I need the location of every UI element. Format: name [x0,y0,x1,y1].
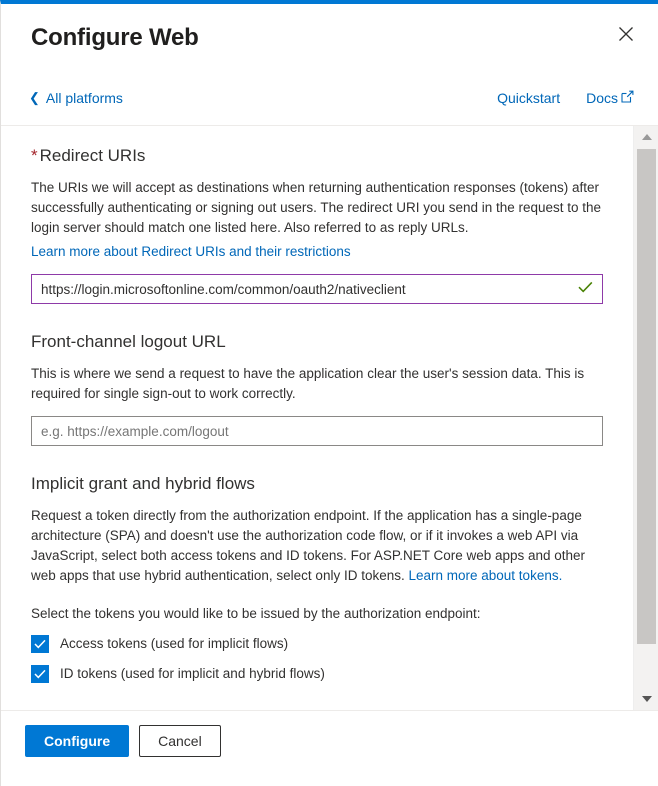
implicit-grant-learn-more-link[interactable]: Learn more about tokens. [408,568,562,583]
command-bar-left: ❮ All platforms [29,88,123,108]
redirect-uri-field [31,274,603,304]
checkbox-label-id-tokens: ID tokens (used for implicit and hybrid … [60,666,325,681]
close-button[interactable] [610,18,642,50]
panel-footer: Configure Cancel [1,710,658,786]
section-redirect-uris: * Redirect URIs The URIs we will accept a… [31,144,603,304]
section-front-channel-logout: Front-channel logout URL This is where w… [31,330,603,446]
triangle-down-icon [641,696,652,702]
command-bar-right: Quickstart Docs [497,88,634,108]
implicit-grant-heading: Implicit grant and hybrid flows [31,474,255,493]
checkmark-icon [34,639,46,649]
checkbox-row-access-tokens[interactable]: Access tokens (used for implicit flows) [31,634,603,654]
front-channel-logout-heading: Front-channel logout URL [31,332,226,351]
back-link-label: All platforms [45,89,123,106]
docs-link-label: Docs [586,89,618,106]
front-channel-logout-description: This is where we send a request to have … [31,366,585,401]
scrollbar-thumb[interactable] [637,149,656,644]
panel-body: * Redirect URIs The URIs we will accept a… [1,126,658,710]
checkmark-icon [34,669,46,679]
implicit-grant-description: Request a token directly from the author… [31,506,603,586]
docs-link[interactable]: Docs [586,88,634,108]
front-channel-logout-input[interactable] [31,416,603,446]
external-link-icon [621,88,634,108]
redirect-uris-learn-more-wrap: Learn more about Redirect URIs and their… [31,242,603,262]
redirect-uris-heading-label: Redirect URIs [39,146,146,165]
triangle-up-icon [641,134,652,140]
checkbox-id-tokens[interactable] [31,665,49,683]
back-to-all-platforms-link[interactable]: ❮ All platforms [29,88,123,108]
configure-button[interactable]: Configure [25,725,130,757]
required-marker: * [31,146,38,165]
panel-header: Configure Web [1,4,658,70]
checkbox-access-tokens[interactable] [31,635,49,653]
front-channel-logout-field [31,416,603,446]
scroll-content: * Redirect URIs The URIs we will accept a… [1,126,633,710]
redirect-uris-description: The URIs we will accept as destinations … [31,180,602,235]
configure-web-panel: Configure Web ❮ All platforms Quickstart… [0,0,658,786]
close-icon [618,26,634,42]
section-implicit-grant: Implicit grant and hybrid flows Request … [31,472,603,684]
vertical-scrollbar[interactable] [633,126,658,710]
command-bar: ❮ All platforms Quickstart Docs [1,70,658,126]
page-title: Configure Web [31,24,199,51]
checkbox-label-access-tokens: Access tokens (used for implicit flows) [60,636,289,651]
redirect-uris-heading: * Redirect URIs [31,144,603,168]
token-selection-prompt: Select the tokens you would like to be i… [31,606,481,621]
scroll-up-button[interactable] [634,126,658,148]
checkbox-row-id-tokens[interactable]: ID tokens (used for implicit and hybrid … [31,664,603,684]
quickstart-link[interactable]: Quickstart [497,88,560,108]
chevron-left-icon: ❮ [29,90,40,105]
cancel-button[interactable]: Cancel [139,725,221,757]
redirect-uri-input[interactable] [31,274,603,304]
scroll-down-button[interactable] [634,688,658,710]
redirect-uris-learn-more-link[interactable]: Learn more about Redirect URIs and their… [31,244,351,259]
